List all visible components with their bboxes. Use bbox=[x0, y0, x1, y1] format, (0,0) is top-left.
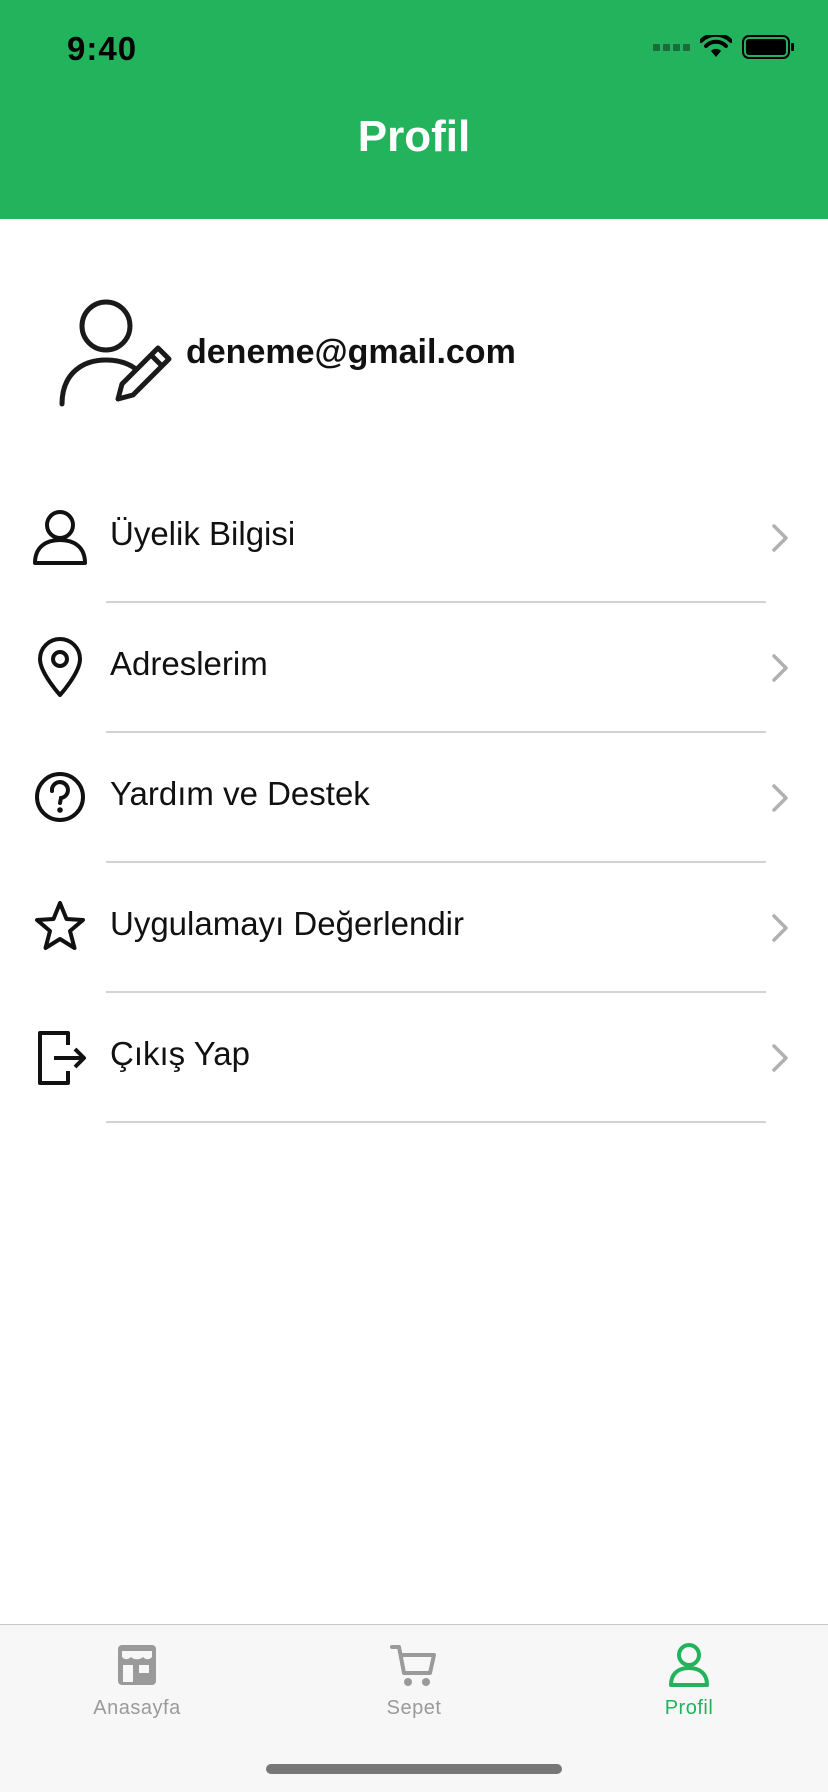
signal-icon bbox=[653, 43, 690, 51]
user-edit-icon[interactable] bbox=[56, 296, 176, 408]
tab-profil[interactable]: Profil bbox=[609, 1641, 769, 1720]
menu-item-label: Üyelik Bilgisi bbox=[110, 515, 296, 552]
chevron-right-icon bbox=[772, 524, 788, 552]
tab-label: Profil bbox=[664, 1697, 714, 1719]
chevron-right-icon bbox=[772, 784, 788, 812]
star-icon bbox=[35, 901, 85, 950]
cart-icon bbox=[390, 1645, 436, 1686]
tab-label: Anasayfa bbox=[93, 1697, 181, 1719]
profile-menu: Üyelik Bilgisi Adreslerim Yardım ve Dest… bbox=[0, 473, 828, 1123]
menu-item-label: Çıkış Yap bbox=[110, 1035, 251, 1072]
menu-item-label: Adreslerim bbox=[110, 645, 268, 682]
user-icon bbox=[33, 510, 87, 565]
tab-sepet[interactable]: Sepet bbox=[334, 1641, 494, 1720]
location-pin-icon bbox=[38, 637, 82, 697]
chevron-right-icon bbox=[772, 654, 788, 682]
chevron-right-icon bbox=[772, 914, 788, 942]
user-email: deneme@gmail.com bbox=[186, 332, 516, 371]
wifi-icon bbox=[700, 35, 732, 57]
menu-item-label: Uygulamayı Değerlendir bbox=[110, 905, 464, 942]
menu-item-help-support[interactable]: Yardım ve Destek bbox=[0, 733, 828, 863]
profile-summary: deneme@gmail.com bbox=[56, 296, 516, 408]
user-icon bbox=[669, 1643, 709, 1687]
logout-icon bbox=[38, 1031, 86, 1085]
menu-item-label: Yardım ve Destek bbox=[110, 775, 370, 812]
menu-item-logout[interactable]: Çıkış Yap bbox=[0, 993, 828, 1123]
help-circle-icon bbox=[35, 772, 85, 822]
menu-item-membership-info[interactable]: Üyelik Bilgisi bbox=[0, 473, 828, 603]
menu-item-rate-app[interactable]: Uygulamayı Değerlendir bbox=[0, 863, 828, 993]
tab-anasayfa[interactable]: Anasayfa bbox=[57, 1641, 217, 1720]
store-icon bbox=[118, 1645, 156, 1685]
menu-item-addresses[interactable]: Adreslerim bbox=[0, 603, 828, 733]
tab-label: Sepet bbox=[386, 1697, 442, 1719]
header-bar: 9:40 Profil bbox=[0, 0, 828, 219]
battery-icon bbox=[742, 35, 794, 59]
chevron-right-icon bbox=[772, 1044, 788, 1072]
divider bbox=[106, 1121, 766, 1123]
page-title: Profil bbox=[357, 112, 471, 161]
status-time: 9:40 bbox=[67, 30, 138, 67]
home-indicator bbox=[266, 1764, 562, 1774]
status-icons bbox=[653, 34, 796, 60]
